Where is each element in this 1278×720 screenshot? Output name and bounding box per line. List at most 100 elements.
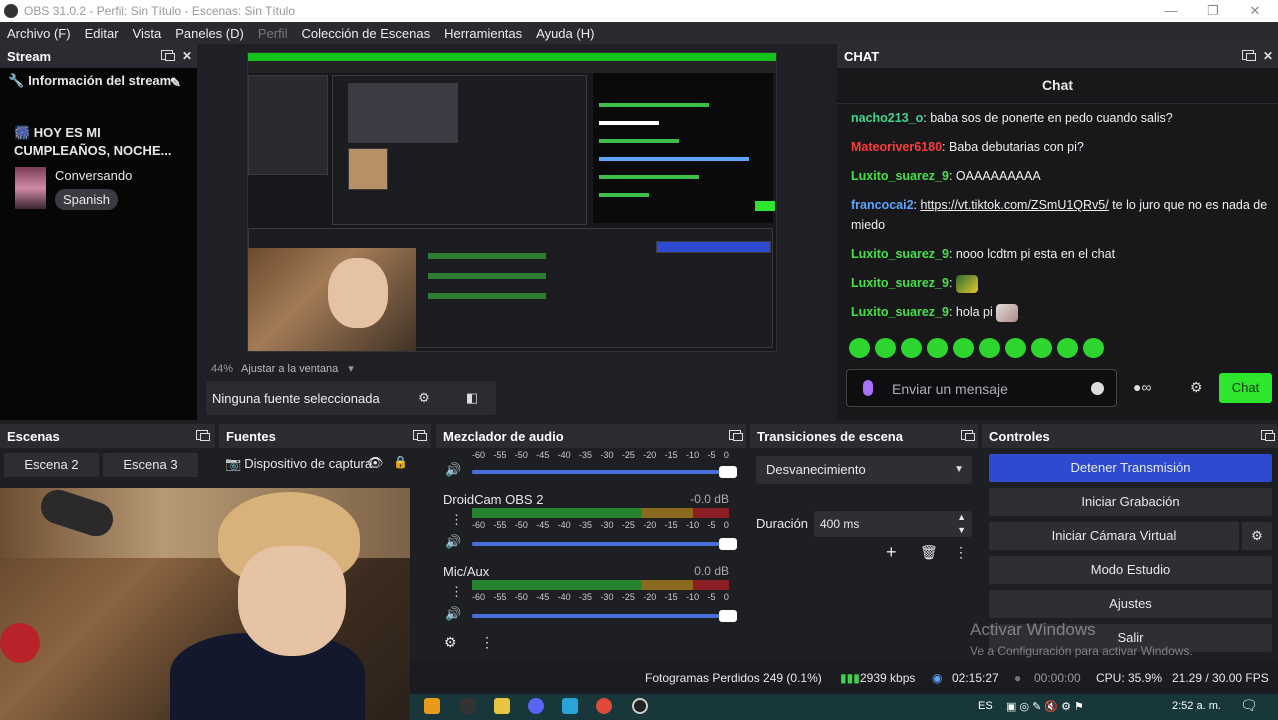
chat-username[interactable]: Luxito_suarez_9	[851, 305, 949, 319]
notifications-icon[interactable]: 🗨	[1240, 697, 1258, 714]
channel-menu-icon[interactable]: ⋮	[450, 584, 463, 600]
channel-menu-icon[interactable]: ⋮	[450, 512, 463, 528]
chevron-down-icon[interactable]: ▾	[348, 363, 354, 375]
emote-icon[interactable]	[927, 338, 948, 358]
dock-float-icon[interactable]	[160, 49, 175, 63]
minimize-button[interactable]: —	[1148, 0, 1194, 22]
scene-item[interactable]: Escena 3	[103, 453, 198, 477]
mixer-menu-icon[interactable]: ⋮	[480, 634, 494, 651]
cpu-usage: CPU: 35.9%	[1096, 671, 1163, 685]
taskbar-app-icon[interactable]	[424, 698, 440, 714]
source-item[interactable]: 📷 Dispositivo de captura	[225, 453, 420, 475]
microphone-icon[interactable]	[863, 380, 873, 396]
preview-zoom[interactable]: 44% Ajustar a la ventana ▾	[211, 362, 354, 375]
visibility-eye-icon[interactable]: 👁	[367, 455, 384, 471]
emote-icon[interactable]	[979, 338, 1000, 358]
scene-item[interactable]: Escena 2	[4, 453, 99, 477]
dock-float-icon[interactable]	[1241, 49, 1256, 63]
dock-float-icon[interactable]	[412, 429, 427, 443]
chat-link[interactable]: https://vt.tiktok.com/ZSmU1QRv5/	[920, 198, 1108, 212]
chat-settings-gear-icon[interactable]: ⚙	[1190, 379, 1203, 396]
language-tag[interactable]: Spanish	[55, 189, 118, 210]
chat-dock-title: CHAT ✕	[837, 44, 1278, 68]
chat-username[interactable]: francocai2	[851, 198, 914, 212]
chat-username[interactable]: Mateoriver6180	[851, 140, 942, 154]
settings-button[interactable]: Ajustes	[989, 590, 1272, 618]
menu-ayuda[interactable]: Ayuda (H)	[529, 26, 601, 41]
record-status-icon: ●	[1014, 671, 1022, 685]
chat-username[interactable]: Luxito_suarez_9	[851, 169, 949, 183]
windows-taskbar: ES ▣ ◎ ✎ 🔇 ⚙ ⚑ 2:52 a. m. 🗨	[410, 694, 1278, 720]
chat-dock-title-text: CHAT	[844, 48, 880, 64]
emote-icon[interactable]	[1057, 338, 1078, 358]
bits-icon[interactable]: ●∞	[1133, 379, 1151, 395]
mixer-dock-title: Mezclador de audio	[436, 424, 746, 448]
start-recording-button[interactable]: Iniciar Grabación	[989, 488, 1272, 516]
volume-slider[interactable]	[472, 610, 737, 622]
discord-icon[interactable]	[528, 698, 544, 714]
obs-taskbar-icon[interactable]	[632, 698, 648, 714]
lock-icon[interactable]: 🔒	[393, 455, 408, 469]
mixer-settings-gear-icon[interactable]: ⚙	[444, 634, 457, 651]
taskbar-app-icon[interactable]	[460, 698, 476, 714]
virtual-camera-settings-gear-icon[interactable]: ⚙	[1242, 522, 1272, 550]
chat-send-button[interactable]: Chat	[1219, 373, 1272, 403]
emoji-picker-icon[interactable]	[1091, 382, 1104, 395]
dock-close-icon[interactable]: ✕	[1261, 49, 1275, 63]
emote-icon[interactable]	[1005, 338, 1026, 358]
chat-input[interactable]: Enviar un mensaje	[846, 369, 1117, 407]
source-properties-gear-icon[interactable]: ⚙	[410, 386, 438, 410]
input-language[interactable]: ES	[978, 700, 993, 712]
chat-username[interactable]: Luxito_suarez_9	[851, 276, 949, 290]
menu-editar[interactable]: Editar	[78, 26, 126, 41]
menu-paneles[interactable]: Paneles (D)	[168, 26, 251, 41]
menu-vista[interactable]: Vista	[126, 26, 169, 41]
volume-speaker-icon[interactable]: 🔊	[445, 534, 461, 550]
transition-type-select[interactable]: Desvanecimiento ▼	[756, 456, 972, 484]
chat-username[interactable]: Luxito_suarez_9	[851, 247, 949, 261]
add-transition-icon[interactable]: +	[886, 542, 897, 563]
delete-transition-icon[interactable]: 🗑	[920, 544, 938, 561]
taskbar-app-icon[interactable]	[562, 698, 578, 714]
stop-streaming-button[interactable]: Detener Transmisión	[989, 454, 1272, 482]
volume-slider[interactable]	[472, 466, 737, 478]
source-toolbar: Ninguna fuente seleccionada ⚙ ◧	[206, 381, 496, 415]
dock-float-icon[interactable]	[1260, 429, 1275, 443]
emote-icon[interactable]	[875, 338, 896, 358]
emote-icon[interactable]	[901, 338, 922, 358]
edit-pencil-icon[interactable]: ✎	[170, 76, 181, 90]
stream-dock: Stream ✕ 🔧 Información del stream ✎ 🎆 HOY…	[0, 44, 197, 420]
emote-icon[interactable]	[1083, 338, 1104, 358]
emote-icon[interactable]	[953, 338, 974, 358]
start-virtual-camera-button[interactable]: Iniciar Cámara Virtual	[989, 522, 1239, 550]
studio-mode-button[interactable]: Modo Estudio	[989, 556, 1272, 584]
close-window-button[interactable]: ✕	[1232, 0, 1278, 22]
source-filters-icon[interactable]: ◧	[458, 386, 486, 410]
menu-herramientas[interactable]: Herramientas	[437, 26, 529, 41]
volume-speaker-icon[interactable]: 🔊	[445, 462, 461, 478]
folder-icon[interactable]	[494, 698, 510, 714]
maximize-button[interactable]: ❐	[1190, 0, 1236, 22]
chrome-icon[interactable]	[596, 698, 612, 714]
menu-perfil[interactable]: Perfil	[251, 26, 295, 41]
transition-menu-icon[interactable]: ⋮	[954, 544, 968, 561]
zoom-mode[interactable]: Ajustar a la ventana	[241, 363, 338, 375]
tray-icons[interactable]: ▣ ◎ ✎ 🔇 ⚙ ⚑	[1006, 700, 1084, 713]
chat-username[interactable]: nacho213_o	[851, 111, 923, 125]
chat-message-list[interactable]: nacho213_o: baba sos de ponerte en pedo …	[851, 108, 1271, 331]
dock-float-icon[interactable]	[728, 429, 743, 443]
emote-icon[interactable]	[1031, 338, 1052, 358]
dock-float-icon[interactable]	[960, 429, 975, 443]
dock-close-icon[interactable]: ✕	[180, 49, 194, 63]
menu-coleccion-escenas[interactable]: Colección de Escenas	[294, 26, 437, 41]
chat-text: : OAAAAAAAAA	[948, 169, 1041, 183]
menu-archivo[interactable]: Archivo (F)	[0, 26, 78, 41]
duration-spinbox[interactable]: 400 ms ▲ ▼	[814, 511, 972, 537]
emote-icon[interactable]	[849, 338, 870, 358]
volume-speaker-icon[interactable]: 🔊	[445, 606, 461, 622]
volume-slider[interactable]	[472, 538, 737, 550]
dock-float-icon[interactable]	[195, 429, 210, 443]
clock[interactable]: 2:52 a. m.	[1172, 700, 1221, 712]
spin-arrows-icon[interactable]: ▲ ▼	[957, 511, 966, 537]
program-preview[interactable]	[247, 52, 777, 352]
